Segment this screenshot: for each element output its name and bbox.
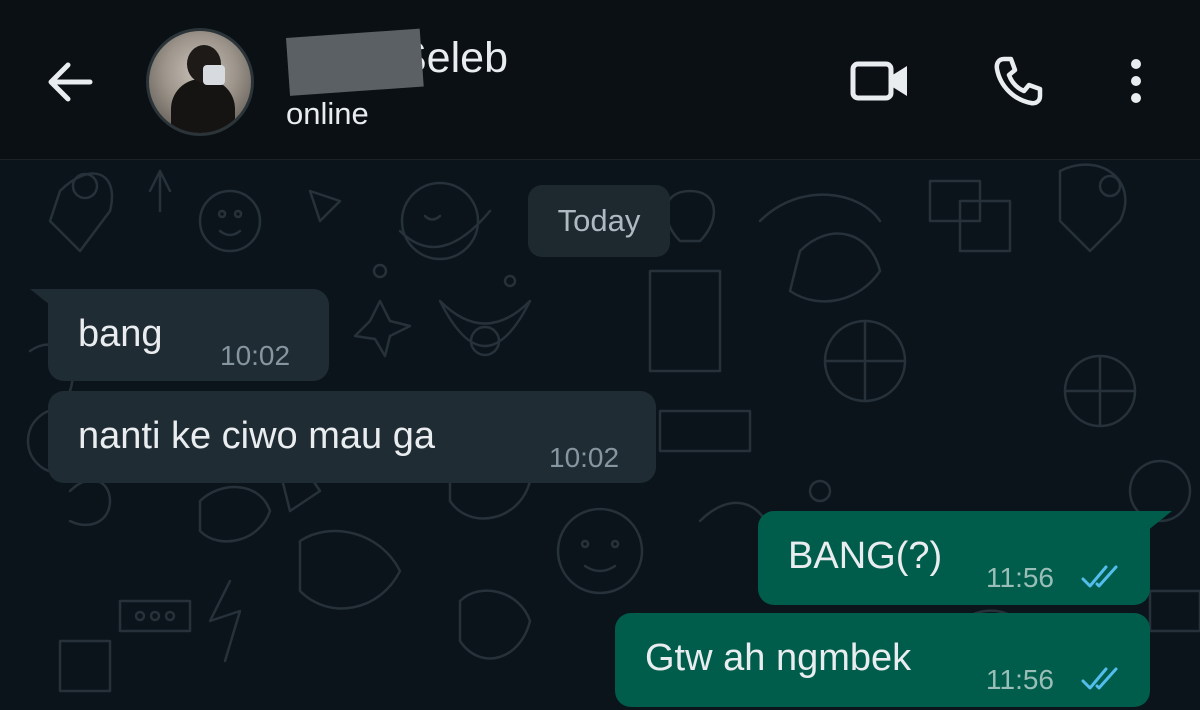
redaction-box [286,28,424,96]
video-call-button[interactable] [845,46,915,116]
phone-icon [994,56,1043,106]
voice-call-button[interactable] [983,46,1053,116]
message-bubble-incoming[interactable]: nanti ke ciwo mau ga 10:02 [48,391,656,483]
read-receipt-icon [1081,565,1118,588]
date-separator: Today [528,185,670,257]
message-time: 11:56 [986,664,1054,695]
chat-area[interactable]: Today bang 10:02 nanti ke ciwo mau ga 10… [0,161,1200,710]
message-text: BANG(?) [788,535,943,577]
read-receipt-icon [1081,667,1118,690]
video-camera-icon [850,61,907,101]
message-bubble-incoming[interactable]: bang 10:02 [48,289,329,381]
message-text: nanti ke ciwo mau ga [78,415,435,457]
more-options-button[interactable] [1104,46,1168,116]
avatar[interactable] [146,28,254,136]
message-time: 10:02 [220,340,291,371]
message-text: bang [78,313,163,355]
message-bubble-outgoing[interactable]: Gtw ah ngmbek 11:56 [615,613,1150,707]
message-time: 10:02 [549,442,620,473]
message-bubble-outgoing[interactable]: BANG(?) 11:56 [758,511,1150,605]
chat-header: Seleb online [0,0,1200,160]
more-vertical-icon [1131,59,1141,103]
message-text: Gtw ah ngmbek [645,637,912,679]
contact-name-area[interactable]: Seleb [286,28,586,96]
message-time: 11:56 [986,562,1054,593]
back-button[interactable] [38,50,102,114]
contact-status: online [286,96,369,131]
arrow-left-icon [48,62,93,102]
